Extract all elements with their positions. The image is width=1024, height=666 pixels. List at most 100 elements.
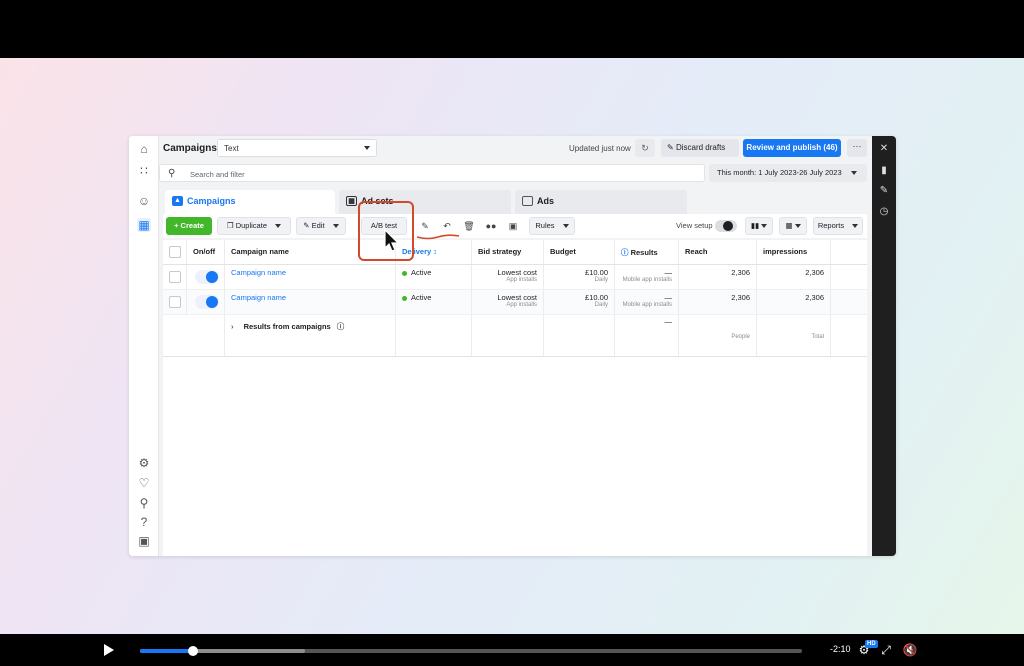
campaign-toggle[interactable]	[195, 295, 219, 309]
tab-campaigns[interactable]: ▲ Campaigns	[165, 190, 335, 214]
budget-sub: Daily	[594, 302, 608, 308]
table-row[interactable]: Campaign name Active Lowest cost App inst…	[163, 290, 867, 315]
settings-gear-icon[interactable]: ⚙	[137, 456, 151, 470]
impressions-cell: 2,306	[757, 265, 831, 289]
delete-trash-icon[interactable]: 🗑	[460, 217, 478, 235]
campaign-toggle[interactable]	[195, 270, 219, 284]
ads-manager-window: ⌂ ∷ ☺ ▦ ⚙ ♡ ⚲ ? ▣ Campaigns Text Updated…	[129, 136, 896, 556]
header-reach[interactable]: Reach	[679, 240, 757, 264]
toggle-knob	[206, 271, 218, 283]
table-row[interactable]: Campaign name Active Lowest cost App inst…	[163, 265, 867, 290]
summary-delivery	[396, 315, 472, 356]
toggle-knob	[723, 221, 733, 231]
refresh-button[interactable]: ↻	[635, 139, 655, 157]
toggle-knob	[206, 296, 218, 308]
summary-bid	[472, 315, 544, 356]
row-checkbox[interactable]	[169, 296, 181, 308]
select-all-checkbox[interactable]	[169, 246, 181, 258]
bid-strategy-sub: App installs	[506, 277, 537, 283]
search-icon[interactable]: ⚲	[137, 496, 151, 510]
close-icon[interactable]: ✕	[878, 143, 890, 155]
campaign-name-link[interactable]: Campaign name	[231, 293, 286, 302]
bid-strategy-value: Lowest cost	[497, 293, 537, 302]
campaign-select-value: Text	[224, 144, 239, 153]
edit-button[interactable]: ✎ Edit	[296, 217, 346, 235]
header-budget[interactable]: Budget	[544, 240, 615, 264]
view-setup-toggle[interactable]	[715, 220, 737, 232]
chevron-down-icon	[364, 146, 370, 150]
chevron-down-icon	[562, 224, 569, 229]
progress-played	[140, 649, 193, 653]
chevron-down-icon	[851, 171, 857, 175]
progress-scrubber[interactable]	[187, 646, 198, 656]
row-checkbox[interactable]	[169, 271, 181, 283]
campaign-name-cell: Campaign name	[225, 265, 396, 289]
level-tabs: ▲ Campaigns ▦ Ad sets Ads	[165, 190, 867, 214]
onoff-cell	[187, 290, 225, 314]
active-status-dot	[402, 295, 407, 301]
info-icon: ⓘ	[336, 322, 345, 331]
ads-page-icon	[522, 196, 533, 206]
pencil-icon[interactable]: ✎	[878, 185, 890, 197]
notifications-bell-icon[interactable]: ♡	[137, 476, 151, 490]
columns-button[interactable]: ▮▮	[745, 217, 773, 235]
progress-bar[interactable]	[140, 646, 802, 656]
reach-cell: 2,306	[679, 265, 757, 289]
budget-cell: £10.00 Daily	[544, 265, 615, 289]
chevron-down-icon	[761, 224, 768, 229]
create-button[interactable]: + Create	[166, 217, 212, 235]
exit-fullscreen-icon[interactable]: ⤢	[878, 642, 894, 658]
campaign-name-link[interactable]: Campaign name	[231, 268, 286, 277]
folder-icon[interactable]: ▣	[504, 217, 522, 235]
summary-results: —	[615, 315, 679, 356]
account-icon[interactable]: ☺	[137, 194, 151, 208]
header-results[interactable]: ⓘ Results	[615, 240, 679, 264]
reports-label: Reports	[817, 221, 845, 230]
summary-reach: People	[679, 315, 757, 356]
summary-impressions-sub: Total	[811, 334, 824, 340]
apps-grid-icon[interactable]: ∷	[137, 164, 151, 178]
help-icon[interactable]: ?	[137, 515, 151, 529]
ad-sets-grid-icon: ▦	[346, 196, 357, 206]
summary-spacer	[163, 315, 225, 356]
time-remaining: -2:10	[830, 644, 851, 654]
date-range-picker[interactable]: This month: 1 July 2023-26 July 2023	[709, 164, 867, 182]
mute-volume-icon[interactable]: 🔇	[902, 642, 918, 658]
audience-people-icon[interactable]: ●●	[482, 217, 500, 235]
chevron-down-icon	[332, 224, 339, 229]
bar-chart-icon[interactable]: ▮	[878, 165, 890, 177]
reports-button[interactable]: Reports	[813, 217, 863, 235]
results-sub: Mobile app installs	[622, 277, 672, 283]
header-onoff[interactable]: On/off	[187, 240, 225, 264]
review-publish-button[interactable]: Review and publish (46)	[743, 139, 841, 157]
pencil-icon: ✎	[667, 143, 674, 152]
clock-icon[interactable]: ◷	[878, 206, 890, 218]
campaigns-table: On/off Campaign name Delivery ↕ Bid stra…	[163, 240, 867, 556]
chevron-down-icon	[794, 224, 801, 229]
updated-status: Updated just now	[569, 144, 631, 153]
play-icon[interactable]	[104, 644, 114, 656]
more-options-button[interactable]: ···	[847, 139, 867, 157]
tab-campaigns-label: Campaigns	[187, 196, 236, 206]
summary-label: Results from campaigns	[243, 322, 331, 331]
header-impressions[interactable]: impressions	[757, 240, 831, 264]
home-icon[interactable]: ⌂	[137, 142, 151, 156]
breakdown-button[interactable]: ▦	[779, 217, 807, 235]
rules-button[interactable]: Rules	[529, 217, 575, 235]
duplicate-button[interactable]: ❐ Duplicate	[217, 217, 291, 235]
tab-ads[interactable]: Ads	[515, 190, 687, 214]
layout-panel-icon[interactable]: ▣	[137, 534, 151, 548]
discard-drafts-button[interactable]: ✎ Discard drafts	[661, 139, 739, 157]
header-results-label: Results	[630, 248, 658, 257]
campaign-select-dropdown[interactable]: Text	[217, 139, 377, 157]
campaigns-table-icon[interactable]: ▦	[137, 218, 151, 232]
date-range-label: This month: 1 July 2023-26 July 2023	[717, 168, 842, 177]
summary-budget	[544, 315, 615, 356]
summary-label-cell: › Results from campaigns ⓘ	[225, 315, 396, 356]
discard-drafts-label: Discard drafts	[675, 143, 726, 152]
chevron-right-icon[interactable]: ›	[231, 322, 234, 331]
header-select-cell	[163, 240, 187, 264]
header-bid-strategy[interactable]: Bid strategy	[472, 240, 544, 264]
duplicate-icon: ❐	[226, 221, 234, 230]
search-filter-bar[interactable]: ⚲ Search and filter	[159, 164, 705, 182]
